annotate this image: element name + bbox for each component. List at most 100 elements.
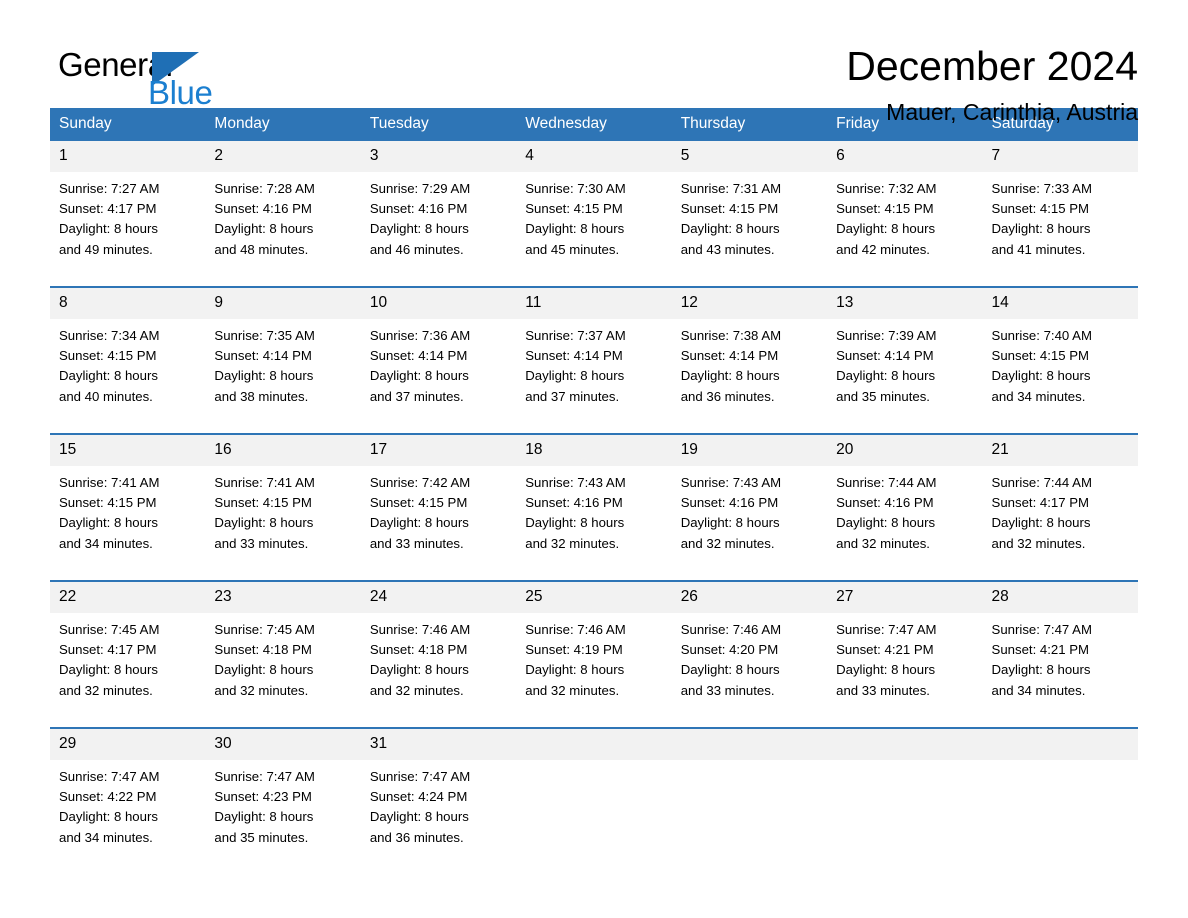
daylight-text-line1: Daylight: 8 hours <box>59 515 158 531</box>
sunrise-text: Sunrise: 7:46 AM <box>680 622 782 637</box>
day-number[interactable]: 5 <box>671 141 828 172</box>
day-number[interactable]: 12 <box>671 288 828 319</box>
generalblue-logo[interactable]: General Blue <box>50 46 350 111</box>
day-cell[interactable]: Sunrise: 7:40 AM Sunset: 4:15 PM Dayligh… <box>982 319 1138 417</box>
day-number[interactable]: 22 <box>50 582 206 613</box>
day-number[interactable]: 1 <box>50 141 206 172</box>
day-cell[interactable]: Sunrise: 7:44 AM Sunset: 4:17 PM Dayligh… <box>982 466 1138 564</box>
daylight-text-line2: and 45 minutes. <box>525 241 620 257</box>
day-cell[interactable]: Sunrise: 7:43 AM Sunset: 4:16 PM Dayligh… <box>516 466 672 564</box>
day-number[interactable]: 23 <box>205 582 361 613</box>
day-cell[interactable]: Sunrise: 7:43 AM Sunset: 4:16 PM Dayligh… <box>671 466 828 564</box>
day-cell[interactable]: Sunrise: 7:47 AM Sunset: 4:21 PM Dayligh… <box>827 613 983 711</box>
day-number[interactable]: 3 <box>360 141 517 172</box>
day-number[interactable]: 15 <box>50 435 206 466</box>
sunrise-text: Sunrise: 7:44 AM <box>991 475 1092 490</box>
day-number[interactable]: 31 <box>360 729 517 760</box>
day-number[interactable]: 21 <box>982 435 1138 466</box>
daylight-text-line2: and 34 minutes. <box>991 682 1086 698</box>
day-cell[interactable]: Sunrise: 7:27 AM Sunset: 4:17 PM Dayligh… <box>50 172 206 270</box>
daylight-text-line2: and 32 minutes. <box>525 535 620 551</box>
day-number[interactable]: 19 <box>671 435 828 466</box>
day-number-empty <box>516 729 672 760</box>
day-number[interactable]: 24 <box>360 582 517 613</box>
day-number[interactable]: 13 <box>827 288 983 319</box>
day-info-row: Sunrise: 7:47 AM Sunset: 4:22 PM Dayligh… <box>50 760 1138 858</box>
day-number[interactable]: 20 <box>827 435 983 466</box>
day-cell[interactable]: Sunrise: 7:47 AM Sunset: 4:21 PM Dayligh… <box>982 613 1138 711</box>
sunrise-text: Sunrise: 7:35 AM <box>214 328 315 343</box>
date-row: 22 23 24 25 26 27 28 <box>50 582 1138 613</box>
sunset-text: Sunset: 4:15 PM <box>214 495 312 511</box>
daylight-text-line1: Daylight: 8 hours <box>525 515 625 531</box>
day-cell[interactable]: Sunrise: 7:46 AM Sunset: 4:19 PM Dayligh… <box>516 613 672 711</box>
day-cell[interactable]: Sunrise: 7:35 AM Sunset: 4:14 PM Dayligh… <box>205 319 361 417</box>
day-cell[interactable]: Sunrise: 7:38 AM Sunset: 4:14 PM Dayligh… <box>671 319 828 417</box>
daylight-text-line1: Daylight: 8 hours <box>214 515 314 531</box>
sunrise-text: Sunrise: 7:47 AM <box>991 622 1092 637</box>
day-cell[interactable]: Sunrise: 7:29 AM Sunset: 4:16 PM Dayligh… <box>360 172 517 270</box>
date-row: 1 2 3 4 5 6 7 <box>50 141 1138 172</box>
day-cell[interactable]: Sunrise: 7:41 AM Sunset: 4:15 PM Dayligh… <box>50 466 206 564</box>
day-number[interactable]: 10 <box>360 288 517 319</box>
day-number[interactable]: 4 <box>516 141 672 172</box>
sunset-text: Sunset: 4:20 PM <box>680 642 779 658</box>
day-number[interactable]: 28 <box>982 582 1138 613</box>
sunset-text: Sunset: 4:16 PM <box>214 201 312 217</box>
daylight-text-line1: Daylight: 8 hours <box>369 809 469 825</box>
day-cell[interactable]: Sunrise: 7:46 AM Sunset: 4:18 PM Dayligh… <box>360 613 517 711</box>
sunset-text: Sunset: 4:14 PM <box>836 348 934 364</box>
sunset-text: Sunset: 4:17 PM <box>59 642 157 658</box>
day-cell[interactable]: Sunrise: 7:31 AM Sunset: 4:15 PM Dayligh… <box>671 172 828 270</box>
sunrise-text: Sunrise: 7:47 AM <box>836 622 937 637</box>
day-number[interactable]: 7 <box>982 141 1138 172</box>
day-cell[interactable]: Sunrise: 7:47 AM Sunset: 4:23 PM Dayligh… <box>205 760 361 858</box>
day-cell[interactable]: Sunrise: 7:37 AM Sunset: 4:14 PM Dayligh… <box>516 319 672 417</box>
day-number[interactable]: 9 <box>205 288 361 319</box>
day-cell[interactable]: Sunrise: 7:44 AM Sunset: 4:16 PM Dayligh… <box>827 466 983 564</box>
sunrise-text: Sunrise: 7:45 AM <box>214 622 315 637</box>
daylight-text-line2: and 42 minutes. <box>836 241 930 257</box>
day-info-row: Sunrise: 7:41 AM Sunset: 4:15 PM Dayligh… <box>50 466 1138 564</box>
day-number[interactable]: 11 <box>516 288 672 319</box>
daylight-text-line1: Daylight: 8 hours <box>214 809 314 825</box>
day-number[interactable]: 14 <box>982 288 1138 319</box>
daylight-text-line1: Daylight: 8 hours <box>525 368 625 384</box>
daylight-text-line2: and 41 minutes. <box>991 241 1086 257</box>
day-cell[interactable]: Sunrise: 7:47 AM Sunset: 4:24 PM Dayligh… <box>360 760 517 858</box>
day-cell[interactable]: Sunrise: 7:47 AM Sunset: 4:22 PM Dayligh… <box>50 760 206 858</box>
day-cell[interactable]: Sunrise: 7:45 AM Sunset: 4:17 PM Dayligh… <box>50 613 206 711</box>
day-cell[interactable]: Sunrise: 7:45 AM Sunset: 4:18 PM Dayligh… <box>205 613 361 711</box>
sunset-text: Sunset: 4:16 PM <box>525 495 623 511</box>
day-cell[interactable]: Sunrise: 7:33 AM Sunset: 4:15 PM Dayligh… <box>982 172 1138 270</box>
day-cell[interactable]: Sunrise: 7:41 AM Sunset: 4:15 PM Dayligh… <box>205 466 361 564</box>
sunrise-text: Sunrise: 7:41 AM <box>214 475 315 490</box>
day-number[interactable]: 16 <box>205 435 361 466</box>
day-number[interactable]: 26 <box>671 582 828 613</box>
day-cell[interactable]: Sunrise: 7:32 AM Sunset: 4:15 PM Dayligh… <box>827 172 983 270</box>
day-number[interactable]: 6 <box>827 141 983 172</box>
day-cell[interactable]: Sunrise: 7:42 AM Sunset: 4:15 PM Dayligh… <box>360 466 517 564</box>
daylight-text-line1: Daylight: 8 hours <box>680 368 780 384</box>
day-number[interactable]: 8 <box>50 288 206 319</box>
day-number[interactable]: 25 <box>516 582 672 613</box>
day-cell[interactable]: Sunrise: 7:30 AM Sunset: 4:15 PM Dayligh… <box>516 172 672 270</box>
logo-text-blue: Blue <box>148 74 213 111</box>
day-number[interactable]: 2 <box>205 141 361 172</box>
sunrise-text: Sunrise: 7:31 AM <box>680 181 782 196</box>
day-number[interactable]: 29 <box>50 729 206 760</box>
day-number[interactable]: 27 <box>827 582 983 613</box>
location-subtitle: Mauer, Carinthia, Austria <box>886 99 1138 125</box>
day-cell[interactable]: Sunrise: 7:46 AM Sunset: 4:20 PM Dayligh… <box>671 613 828 711</box>
day-number[interactable]: 17 <box>360 435 517 466</box>
sunrise-text: Sunrise: 7:33 AM <box>991 181 1092 196</box>
day-number[interactable]: 18 <box>516 435 672 466</box>
day-cell[interactable]: Sunrise: 7:28 AM Sunset: 4:16 PM Dayligh… <box>205 172 361 270</box>
day-cell[interactable]: Sunrise: 7:39 AM Sunset: 4:14 PM Dayligh… <box>827 319 983 417</box>
sunset-text: Sunset: 4:16 PM <box>836 495 934 511</box>
day-cell[interactable]: Sunrise: 7:36 AM Sunset: 4:14 PM Dayligh… <box>360 319 517 417</box>
day-cell[interactable]: Sunrise: 7:34 AM Sunset: 4:15 PM Dayligh… <box>50 319 206 417</box>
sunrise-text: Sunrise: 7:43 AM <box>680 475 782 490</box>
day-number[interactable]: 30 <box>205 729 361 760</box>
title-block: December 2024 Mauer, Carinthia, Austria <box>846 42 1138 126</box>
